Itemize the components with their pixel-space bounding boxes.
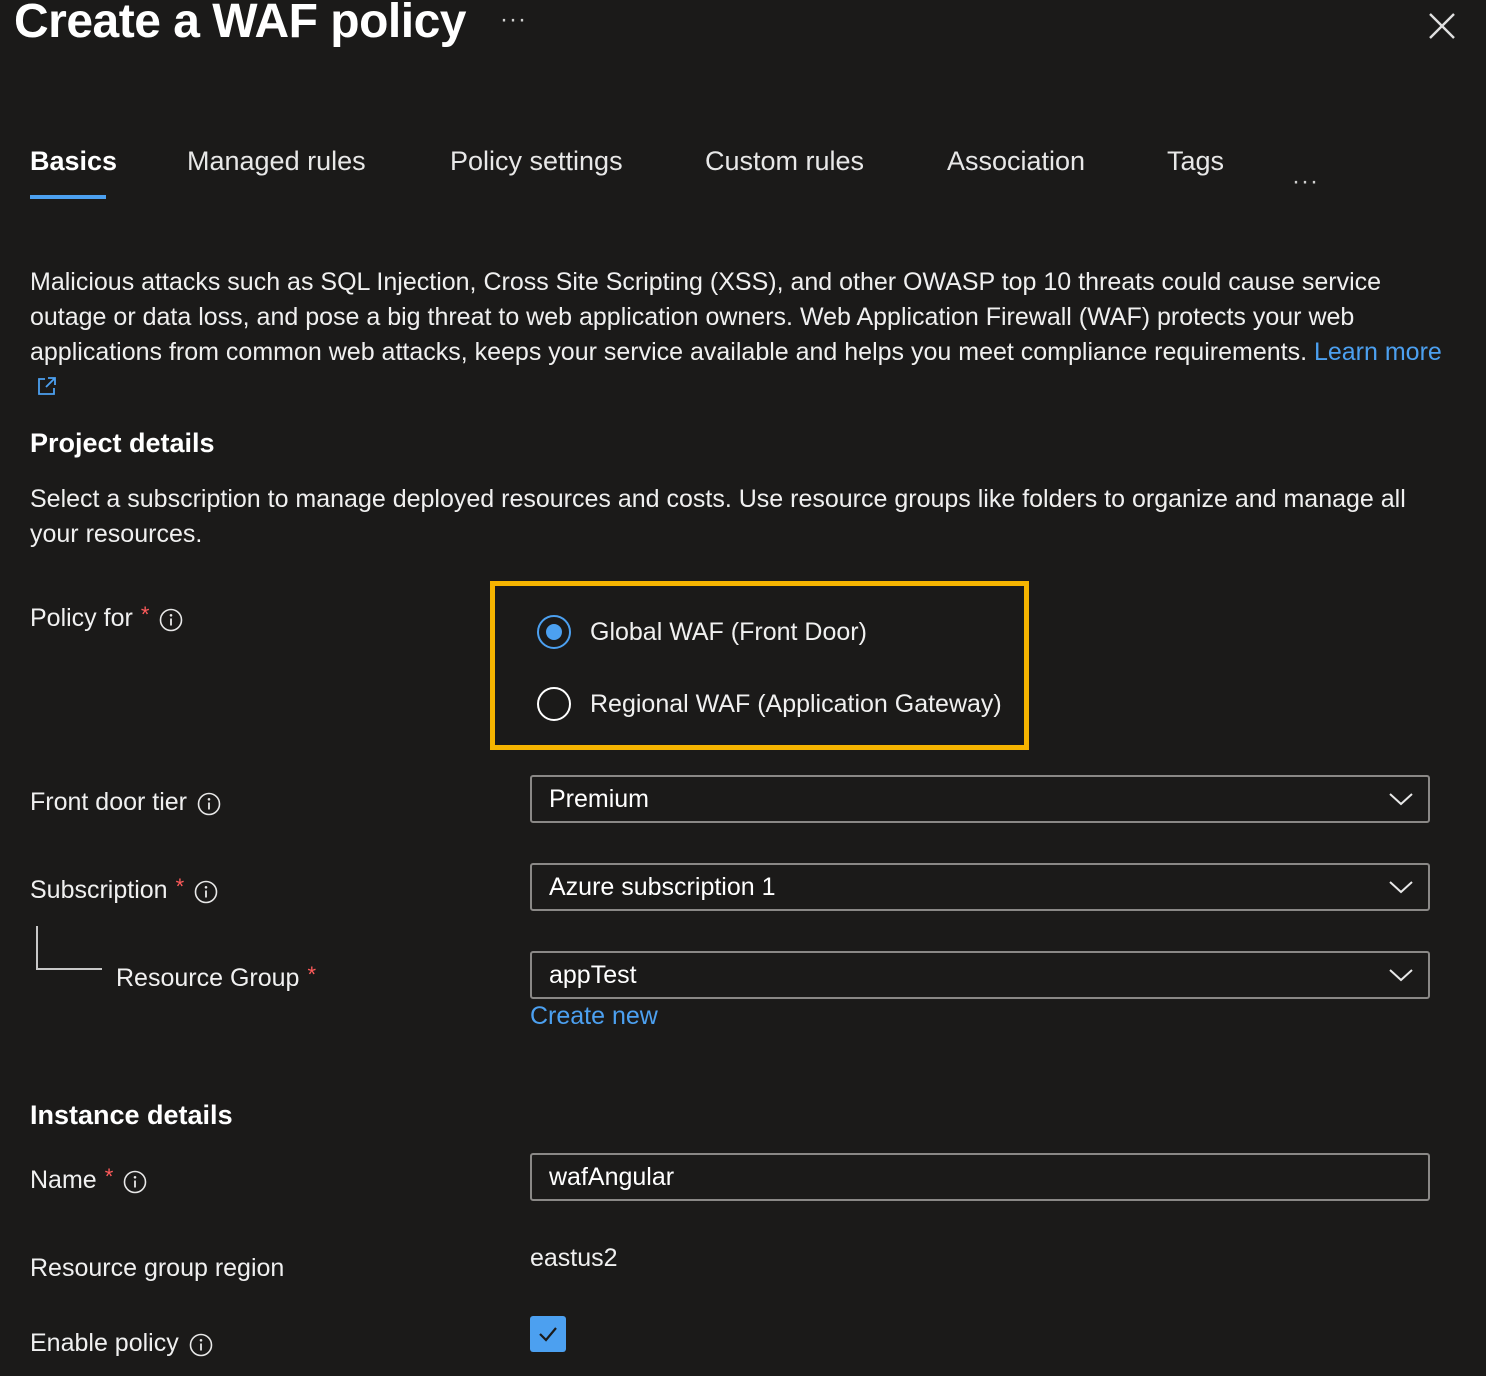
intro-description: Malicious attacks such as SQL Injection,… [30, 265, 1450, 407]
chevron-down-icon [1389, 881, 1413, 894]
page-title: Create a WAF policy [14, 0, 466, 48]
tab-policy-settings[interactable]: Policy settings [450, 146, 623, 177]
name-text: Name [30, 1166, 97, 1194]
front-door-tier-dropdown[interactable]: Premium [530, 775, 1430, 823]
resource-group-dropdown[interactable]: appTest [530, 951, 1430, 999]
front-door-tier-value: Premium [549, 784, 650, 813]
info-icon[interactable] [197, 792, 221, 815]
instance-details-heading: Instance details [30, 1100, 233, 1130]
radio-regional-waf-label: Regional WAF (Application Gateway) [590, 689, 1002, 718]
project-details-heading: Project details [30, 428, 215, 458]
subscription-text: Subscription [30, 876, 168, 904]
info-icon[interactable] [159, 608, 183, 631]
policy-for-text: Policy for [30, 604, 133, 632]
tab-association[interactable]: Association [947, 146, 1085, 177]
subscription-label: Subscription * [30, 873, 218, 905]
external-link-icon [36, 372, 58, 407]
radio-global-waf[interactable]: Global WAF (Front Door) [537, 615, 867, 649]
required-marker: * [175, 873, 185, 899]
policy-for-label: Policy for * [30, 601, 183, 633]
info-icon[interactable] [194, 880, 218, 903]
resource-group-text: Resource Group [116, 964, 300, 992]
hierarchy-connector [36, 926, 102, 970]
radio-button[interactable] [537, 687, 571, 721]
required-marker: * [104, 1163, 114, 1189]
resource-group-value: appTest [549, 960, 637, 989]
name-input-value: wafAngular [549, 1162, 675, 1191]
chevron-down-icon [1389, 793, 1413, 806]
learn-more-label: Learn more [1313, 338, 1442, 366]
policy-type-highlight [490, 581, 1029, 750]
more-icon[interactable]: ··· [500, 6, 527, 34]
subscription-dropdown[interactable]: Azure subscription 1 [530, 863, 1430, 911]
tab-custom-rules[interactable]: Custom rules [705, 146, 864, 177]
required-marker: * [140, 601, 150, 627]
tab-managed-rules[interactable]: Managed rules [187, 146, 366, 177]
create-new-resource-group-link[interactable]: Create new [530, 1002, 658, 1031]
front-door-tier-label: Front door tier [30, 788, 221, 817]
front-door-tier-text: Front door tier [30, 788, 188, 816]
name-input[interactable]: wafAngular [530, 1153, 1430, 1201]
info-icon[interactable] [123, 1170, 147, 1193]
intro-text: Malicious attacks such as SQL Injection,… [30, 268, 1382, 366]
tab-tags[interactable]: Tags [1167, 146, 1224, 177]
enable-policy-label: Enable policy [30, 1329, 213, 1358]
name-label: Name * [30, 1163, 147, 1195]
active-tab-indicator [30, 195, 106, 199]
enable-policy-text: Enable policy [30, 1329, 179, 1357]
radio-global-waf-label: Global WAF (Front Door) [590, 617, 867, 646]
tabs-overflow-icon[interactable]: ··· [1292, 168, 1319, 196]
resource-group-label: Resource Group * [116, 961, 316, 993]
tab-basics[interactable]: Basics [30, 146, 117, 177]
radio-regional-waf[interactable]: Regional WAF (Application Gateway) [537, 687, 1002, 721]
enable-policy-checkbox[interactable] [530, 1316, 566, 1352]
resource-group-region-label: Resource group region [30, 1254, 285, 1282]
required-marker: * [307, 961, 316, 987]
chevron-down-icon [1389, 969, 1413, 982]
create-waf-policy-blade: Create a WAF policy ··· Basics Managed r… [0, 0, 1486, 1376]
close-icon[interactable] [1424, 8, 1460, 44]
radio-button-selected[interactable] [537, 615, 571, 649]
project-details-description: Select a subscription to manage deployed… [30, 485, 1406, 548]
info-icon[interactable] [189, 1333, 213, 1356]
checkmark-icon [539, 1327, 557, 1342]
resource-group-region-value: eastus2 [530, 1244, 618, 1272]
subscription-value: Azure subscription 1 [549, 872, 776, 901]
